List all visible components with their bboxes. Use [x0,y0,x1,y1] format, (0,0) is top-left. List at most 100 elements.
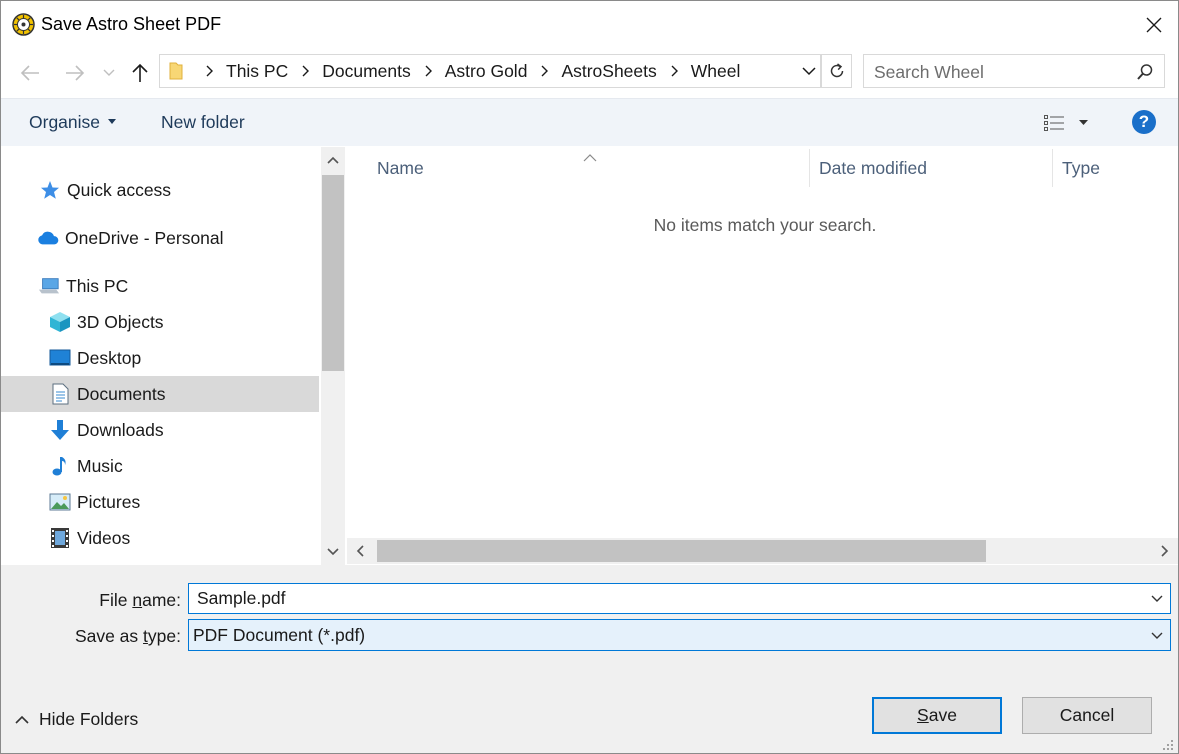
breadcrumb-wheel[interactable]: Wheel [689,61,745,82]
nav-item-label: Videos [77,527,131,548]
breadcrumb-astro-gold[interactable]: Astro Gold [443,61,532,82]
file-list[interactable]: Name Date modified Type No items match y… [347,147,1178,565]
scroll-right-button[interactable] [1152,538,1178,564]
save-as-type-label-text: ype: [147,626,181,646]
back-arrow-icon [20,65,39,81]
sort-ascending-icon [583,147,597,167]
nav-item-this-pc[interactable]: This PC [1,268,319,304]
save-options-panel: File name: Save as type: PDF Document (*… [1,565,1178,753]
picture-icon [49,491,71,513]
chevron-right-icon [531,65,559,77]
forward-arrow-icon [66,65,85,81]
empty-list-message: No items match your search. [653,215,877,235]
close-button[interactable] [1130,1,1178,49]
film-icon [49,527,71,549]
chevron-right-icon [661,65,689,77]
details-view-icon [1044,115,1064,131]
file-name-input[interactable] [188,583,1171,614]
chevron-right-icon [196,65,224,77]
recent-locations-button[interactable] [97,59,121,87]
file-name-accelerator: n [132,590,143,610]
refresh-button[interactable] [821,54,852,88]
navigation-pane: Quick access OneDrive - Personal This PC… [1,147,321,565]
window-title: Save Astro Sheet PDF [41,14,222,34]
forward-button[interactable] [61,59,89,87]
search-placeholder: Search Wheel [874,62,984,82]
nav-item-quick-access[interactable]: Quick access [1,172,319,208]
chevron-left-icon [356,545,364,557]
nav-item-videos[interactable]: Videos [1,520,319,556]
nav-item-downloads[interactable]: Downloads [1,412,319,448]
scroll-down-button[interactable] [321,539,345,565]
breadcrumb-this-pc[interactable]: This PC [224,61,292,82]
desktop-icon [49,347,71,369]
nav-item-label: OneDrive - Personal [65,227,224,248]
nav-item-label: Desktop [77,347,142,368]
nav-item-onedrive[interactable]: OneDrive - Personal [1,220,319,256]
breadcrumb-astrosheets[interactable]: AstroSheets [559,61,660,82]
nav-item-music[interactable]: Music [1,448,319,484]
save-label-text: ave [928,705,957,725]
folder-icon [168,61,184,86]
up-button[interactable] [126,59,154,87]
chevron-down-icon [1151,632,1163,639]
chevron-down-icon [1151,595,1163,602]
navigation-pane-scrollbar[interactable] [321,147,345,565]
file-list-horizontal-scrollbar[interactable] [347,538,1178,564]
resize-grip-icon[interactable] [1161,737,1175,754]
address-bar[interactable]: This PC Documents Astro Gold AstroSheets… [159,54,821,88]
save-as-type-dropdown-button[interactable] [1145,622,1169,649]
file-name-label-text: ame: [142,590,181,610]
save-as-type-label-text: Save as [74,626,144,646]
organise-label: Organise [29,112,101,132]
cancel-button[interactable]: Cancel [1022,697,1152,734]
scroll-thumb[interactable] [322,175,344,371]
chevron-down-icon [802,66,816,75]
caret-down-icon [1079,120,1088,125]
search-icon[interactable] [1136,63,1154,86]
search-input[interactable]: Search Wheel [863,54,1165,88]
organise-menu-button[interactable]: Organise [29,112,117,133]
address-history-dropdown[interactable] [796,57,822,85]
nav-item-label: Quick access [67,179,172,200]
title-bar: Save Astro Sheet PDF [1,1,1178,49]
chevron-right-icon [1161,545,1169,557]
column-divider[interactable] [809,149,810,187]
chevron-right-icon [415,65,443,77]
scroll-thumb[interactable] [377,540,986,562]
nav-item-label: Pictures [77,491,141,512]
command-bar: Organise New folder ? [1,98,1178,146]
chevron-down-icon [327,548,339,556]
column-header-name[interactable]: Name [377,147,424,189]
save-accelerator: S [917,705,929,725]
refresh-icon [830,63,843,78]
breadcrumb-documents[interactable]: Documents [320,61,415,82]
cube-icon [49,311,71,333]
back-button[interactable] [16,59,44,87]
close-icon [1146,17,1162,33]
save-button[interactable]: Save [872,697,1002,734]
nav-item-label: Downloads [77,419,164,440]
nav-item-pictures[interactable]: Pictures [1,484,319,520]
change-view-button[interactable] [1043,110,1093,136]
hide-folders-button[interactable]: Hide Folders [15,709,138,730]
chevron-down-icon [103,69,115,76]
column-header-type[interactable]: Type [1062,147,1100,189]
file-name-label: File name: [41,590,181,611]
file-name-dropdown-button[interactable] [1145,585,1169,612]
new-folder-button[interactable]: New folder [161,112,245,133]
scroll-left-button[interactable] [347,538,373,564]
nav-item-documents[interactable]: Documents [1,376,319,412]
column-divider[interactable] [1052,149,1053,187]
save-as-type-select[interactable]: PDF Document (*.pdf) [188,619,1171,651]
nav-item-3d-objects[interactable]: 3D Objects [1,304,319,340]
help-button[interactable]: ? [1132,110,1156,134]
scroll-up-button[interactable] [321,147,345,173]
chevron-up-icon [327,156,339,164]
nav-item-desktop[interactable]: Desktop [1,340,319,376]
caret-down-icon [108,118,117,124]
file-name-label-text: File [99,590,133,610]
column-header-date-modified[interactable]: Date modified [819,147,927,189]
document-icon [49,383,71,405]
nav-item-label: This PC [66,275,129,296]
